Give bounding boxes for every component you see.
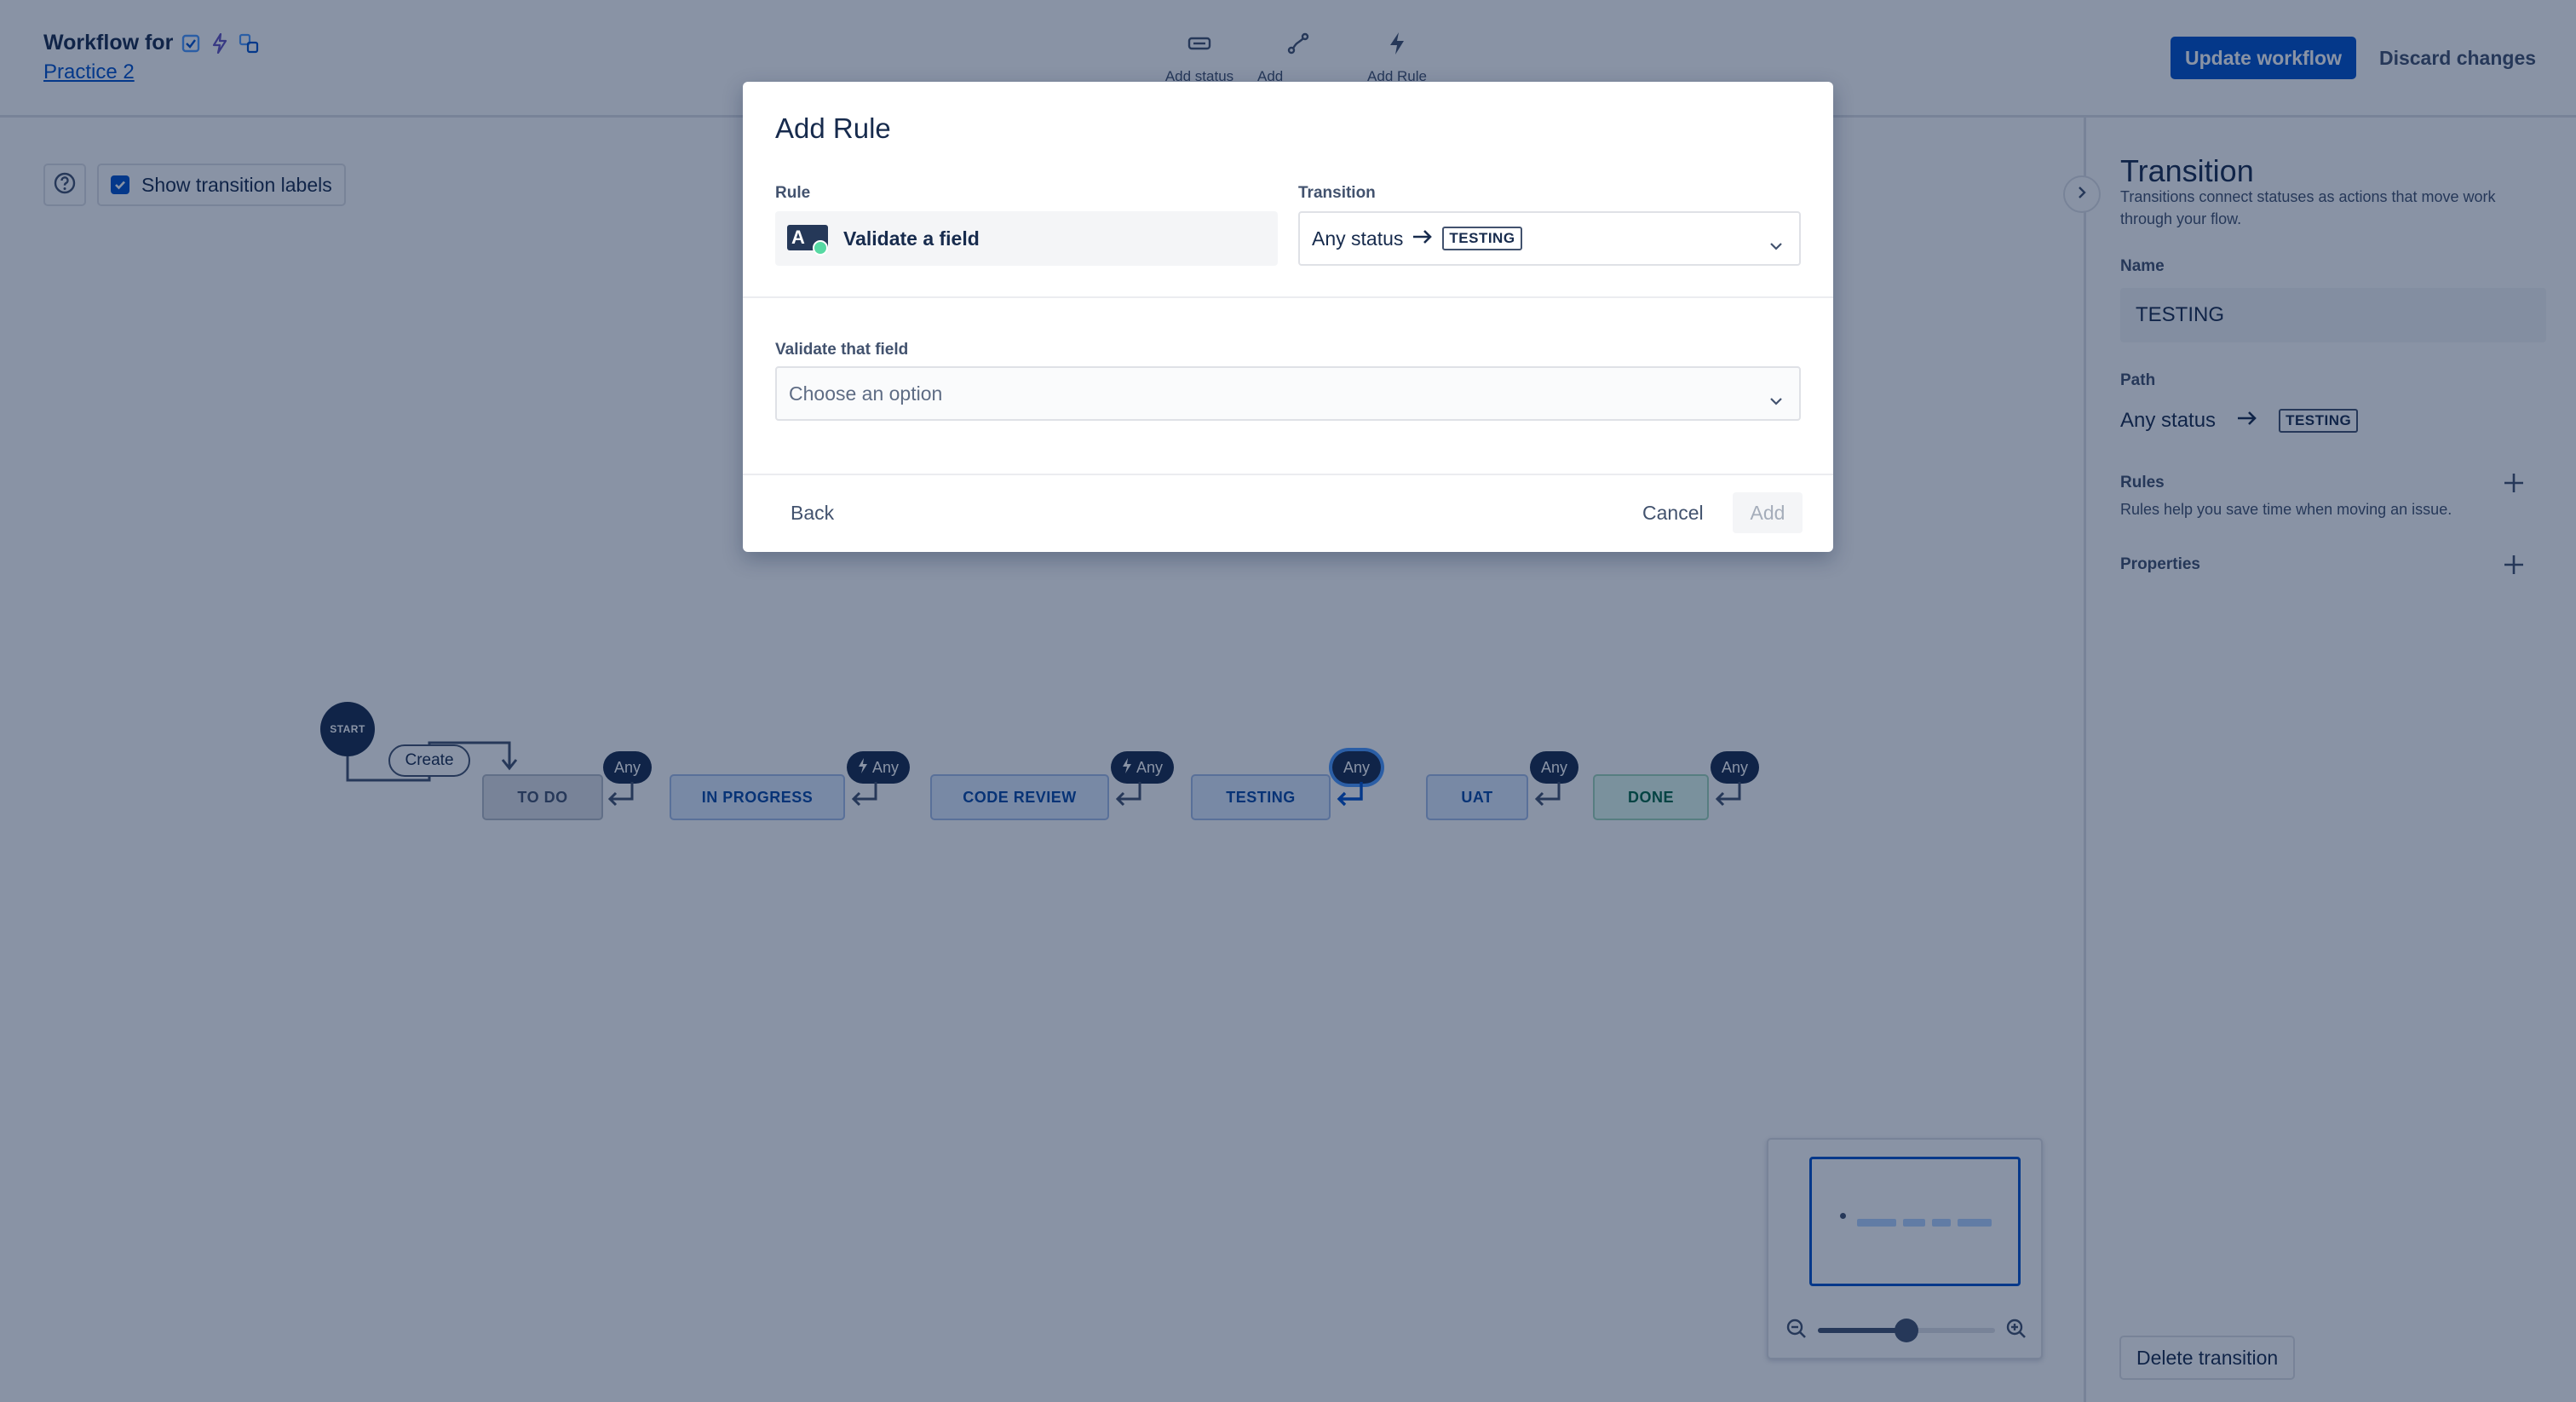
field-placeholder: Choose an option <box>789 382 943 405</box>
transition-select[interactable]: Any status TESTING <box>1298 211 1801 266</box>
validate-field-select[interactable]: Choose an option <box>775 366 1801 421</box>
divider <box>743 296 1833 298</box>
rule-label: Rule <box>775 184 811 202</box>
transition-to-lozenge: TESTING <box>1442 227 1522 250</box>
transition-from: Any status <box>1312 227 1404 250</box>
back-button[interactable]: Back <box>775 492 849 533</box>
dialog-title: Add Rule <box>775 112 891 144</box>
chevron-down-icon <box>1768 233 1784 256</box>
transition-label: Transition <box>1298 184 1376 202</box>
arrow-right-icon <box>1412 227 1434 250</box>
divider <box>743 474 1833 475</box>
validate-field-label: Validate that field <box>775 341 909 359</box>
rule-value: Validate a field <box>843 227 980 250</box>
rule-display: A Validate a field <box>775 211 1278 266</box>
cancel-button[interactable]: Cancel <box>1627 492 1719 533</box>
chevron-down-icon <box>1768 388 1784 411</box>
add-rule-dialog: Add Rule Rule A Validate a field Transit… <box>743 82 1833 552</box>
validate-field-icon: A <box>787 223 830 256</box>
add-button[interactable]: Add <box>1733 492 1803 533</box>
